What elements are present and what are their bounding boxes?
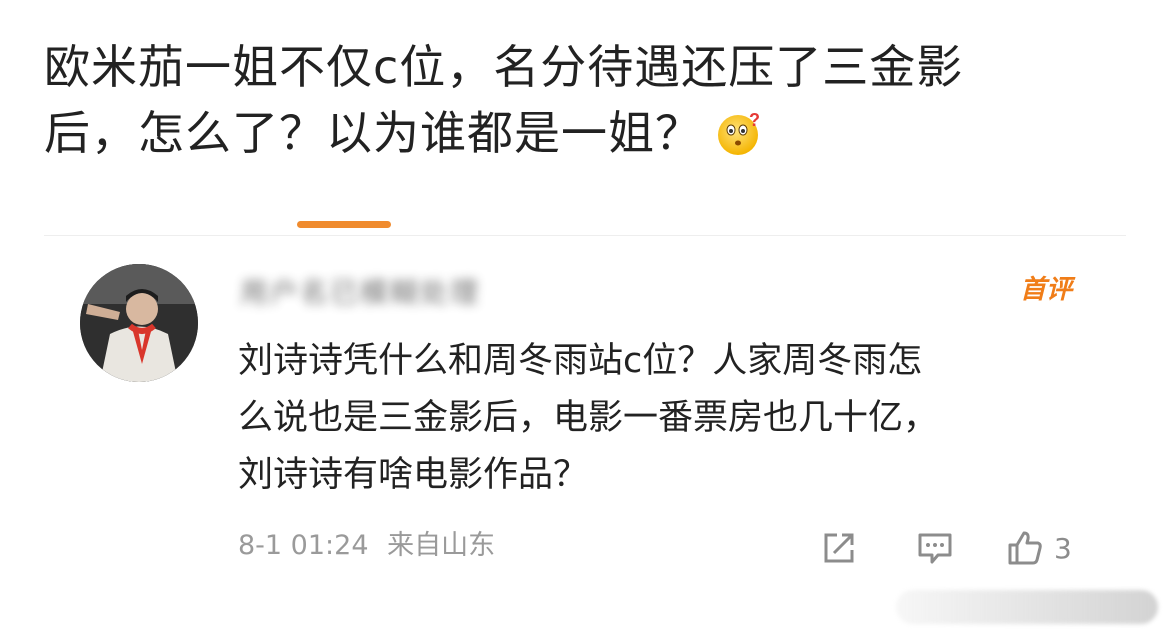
like-button[interactable]: 3 — [1006, 528, 1072, 568]
tab-indicator — [297, 221, 391, 228]
username[interactable]: 用户名已模糊处理 — [240, 274, 570, 312]
comment-meta: 8-1 01:24 来自山东 — [238, 528, 495, 564]
thumbs-up-icon — [1008, 531, 1042, 565]
post-text: 欧米茄一姐不仅c位，名分待遇还压了三金影 后，怎么了？以为谁都是一姐？ ? — [44, 34, 1134, 166]
post-line-1: 欧米茄一姐不仅c位，名分待遇还压了三金影 — [44, 40, 964, 94]
first-comment-badge: 首评 — [1020, 275, 1073, 305]
comment-text: 刘诗诗凭什么和周冬雨站c位？人家周冬雨怎 么说也是三金影后，电影一番票房也几十亿… — [238, 333, 1098, 504]
comment-icon — [918, 533, 952, 564]
comment-line-1: 刘诗诗凭什么和周冬雨站c位？人家周冬雨怎 — [238, 341, 923, 381]
share-button[interactable] — [820, 528, 858, 568]
comment-location: 来自山东 — [387, 530, 496, 561]
comment-card: 用户名已模糊处理 首评 刘诗诗凭什么和周冬雨站c位？人家周冬雨怎 么说也是三金影… — [44, 236, 1126, 634]
svg-text:?: ? — [749, 110, 761, 130]
avatar[interactable] — [80, 264, 198, 382]
confused-face-emoji-icon: ? — [716, 108, 764, 156]
comment-line-3: 刘诗诗有啥电影作品？ — [238, 455, 589, 495]
watermark-blur — [896, 590, 1158, 624]
like-count: 3 — [1054, 531, 1072, 565]
comment-line-2: 么说也是三金影后，电影一番票房也几十亿， — [238, 398, 939, 438]
reply-button[interactable] — [916, 528, 954, 568]
post-line-2: 后，怎么了？以为谁都是一姐？ ? — [44, 100, 1134, 166]
comment-timestamp: 8-1 01:24 — [238, 530, 369, 561]
share-icon — [824, 533, 854, 563]
